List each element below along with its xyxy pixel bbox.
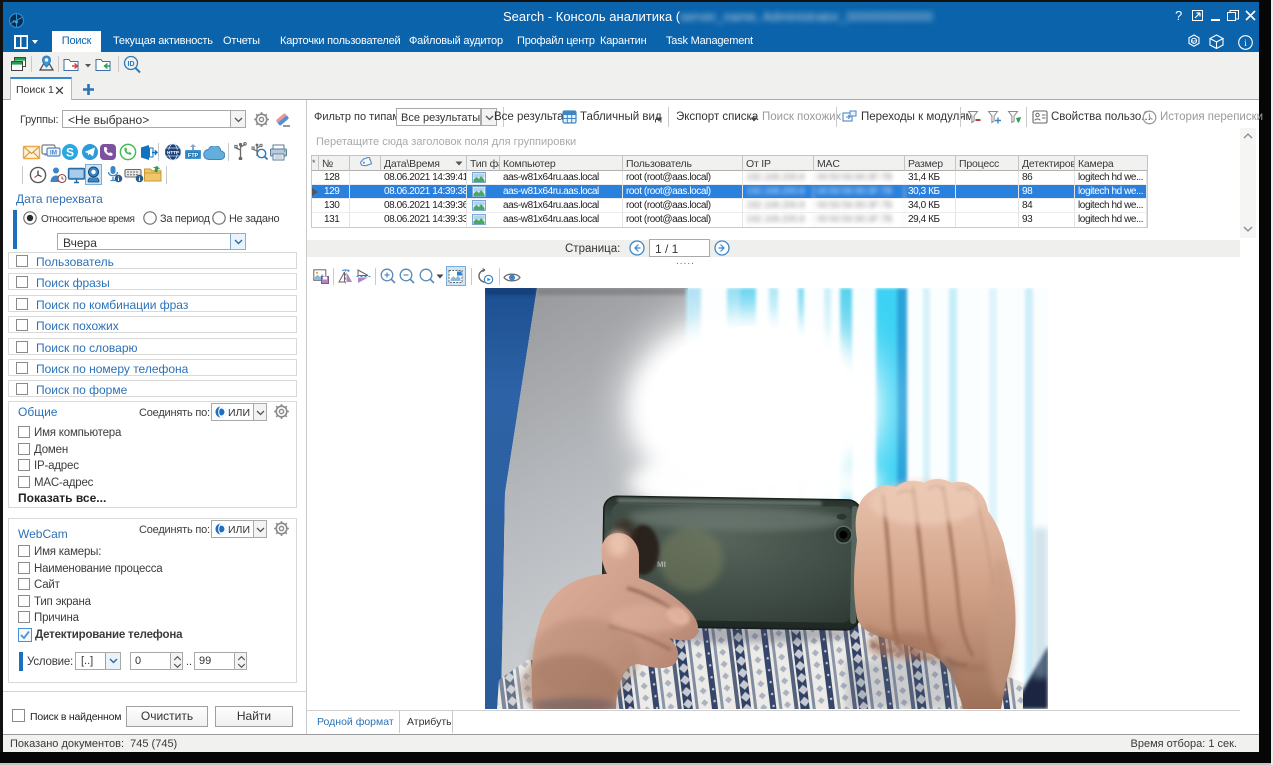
svg-text:HTTP: HTTP (167, 150, 179, 155)
svg-text:i: i (139, 176, 141, 183)
svg-text:MI: MI (657, 560, 666, 569)
svg-text:FTP: FTP (188, 153, 199, 159)
svg-text:i: i (1244, 38, 1247, 48)
svg-text:ID: ID (128, 61, 135, 68)
svg-text:IM: IM (50, 150, 57, 157)
svg-text:i: i (118, 176, 120, 183)
svg-text:API: API (1191, 40, 1197, 44)
svg-text:S: S (66, 146, 74, 160)
